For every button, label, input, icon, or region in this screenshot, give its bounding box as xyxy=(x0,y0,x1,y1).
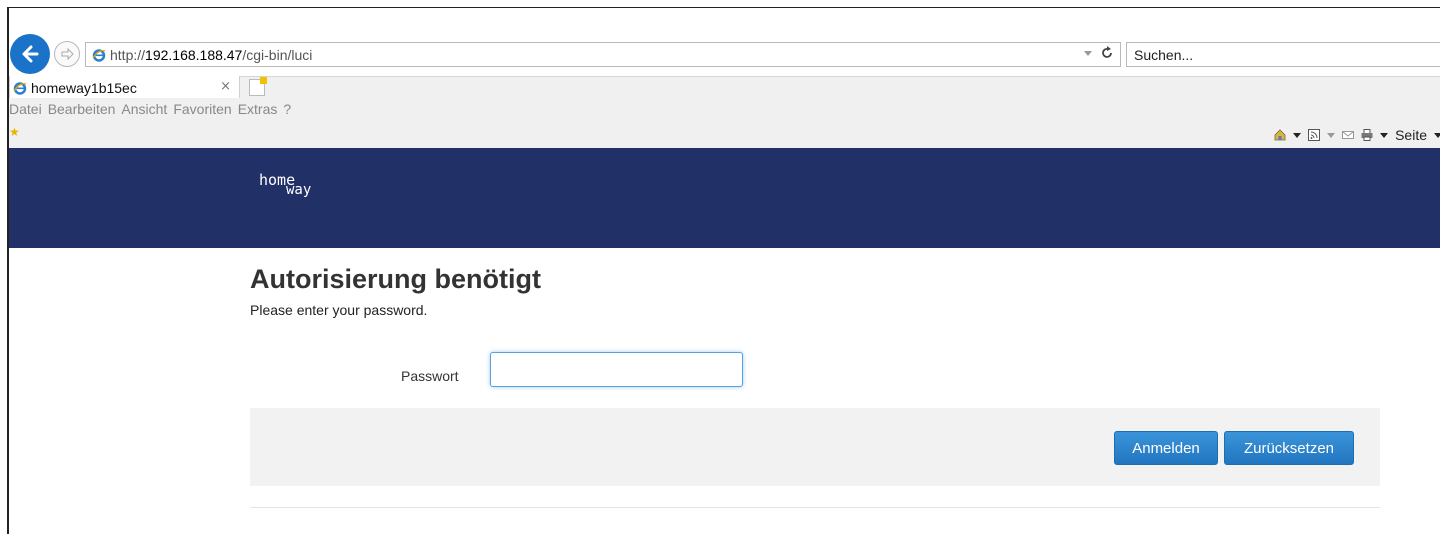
menu-item-datei[interactable]: Datei xyxy=(9,101,42,117)
address-bar-row: http://192.168.188.47/cgi-bin/luci Suche… xyxy=(9,34,1440,76)
tab-title: homeway1b15ec xyxy=(31,79,137,96)
print-icon[interactable] xyxy=(1361,129,1373,141)
feeds-icon[interactable] xyxy=(1308,129,1321,141)
tab-bar: homeway1b15ec × xyxy=(9,76,1440,100)
command-bar: ★ Seite xyxy=(9,119,1440,148)
homeway-logo[interactable]: home way xyxy=(259,173,312,198)
search-placeholder: Suchen... xyxy=(1134,46,1194,63)
menu-item-bearbeiten[interactable]: Bearbeiten xyxy=(48,101,116,117)
site-header: home way xyxy=(9,148,1440,248)
menu-item-help[interactable]: ? xyxy=(283,101,291,117)
page-subtitle: Please enter your password. xyxy=(250,302,428,318)
back-arrow-icon xyxy=(22,45,39,63)
menu-item-ansicht[interactable]: Ansicht xyxy=(121,101,167,117)
url-actions xyxy=(1084,46,1114,60)
home-dropdown-icon[interactable] xyxy=(1293,132,1302,138)
ie-icon xyxy=(92,48,106,62)
url-text: http://192.168.188.47/cgi-bin/luci xyxy=(110,46,313,63)
home-icon[interactable] xyxy=(1274,129,1286,141)
command-items: Seite xyxy=(1274,127,1440,143)
divider xyxy=(250,507,1380,508)
search-input[interactable]: Suchen... xyxy=(1126,42,1440,67)
close-tab-button[interactable]: × xyxy=(220,79,231,94)
reset-button[interactable]: Zurücksetzen xyxy=(1224,431,1354,465)
tab-active[interactable]: homeway1b15ec × xyxy=(9,76,240,100)
password-input[interactable] xyxy=(490,352,743,387)
forward-button[interactable] xyxy=(54,41,80,67)
favorites-star-icon[interactable]: ★ xyxy=(9,125,20,139)
print-dropdown-icon[interactable] xyxy=(1380,132,1389,138)
mail-icon[interactable] xyxy=(1342,129,1355,141)
forward-arrow-icon xyxy=(61,47,74,61)
feeds-dropdown-icon[interactable] xyxy=(1327,132,1336,138)
url-field[interactable]: http://192.168.188.47/cgi-bin/luci xyxy=(85,42,1121,67)
logo-line-2: way xyxy=(286,182,312,198)
password-label: Passwort xyxy=(401,368,459,384)
form-actions: Anmelden Zurücksetzen xyxy=(250,408,1380,486)
url-dropdown-icon[interactable] xyxy=(1084,50,1092,56)
page-menu-dropdown-icon[interactable] xyxy=(1434,132,1440,138)
new-tab-button[interactable] xyxy=(249,77,267,96)
login-button[interactable]: Anmelden xyxy=(1114,431,1218,465)
menu-bar: Datei Bearbeiten Ansicht Favoriten Extra… xyxy=(9,98,1440,119)
ie-icon xyxy=(13,81,27,95)
menu-item-favoriten[interactable]: Favoriten xyxy=(173,101,231,117)
back-button[interactable] xyxy=(10,34,50,74)
page-title: Autorisierung benötigt xyxy=(250,264,541,294)
menu-item-extras[interactable]: Extras xyxy=(238,101,278,117)
page-menu-label[interactable]: Seite xyxy=(1395,127,1427,143)
refresh-icon[interactable] xyxy=(1100,46,1114,60)
browser-window: http://192.168.188.47/cgi-bin/luci Suche… xyxy=(7,7,1440,534)
